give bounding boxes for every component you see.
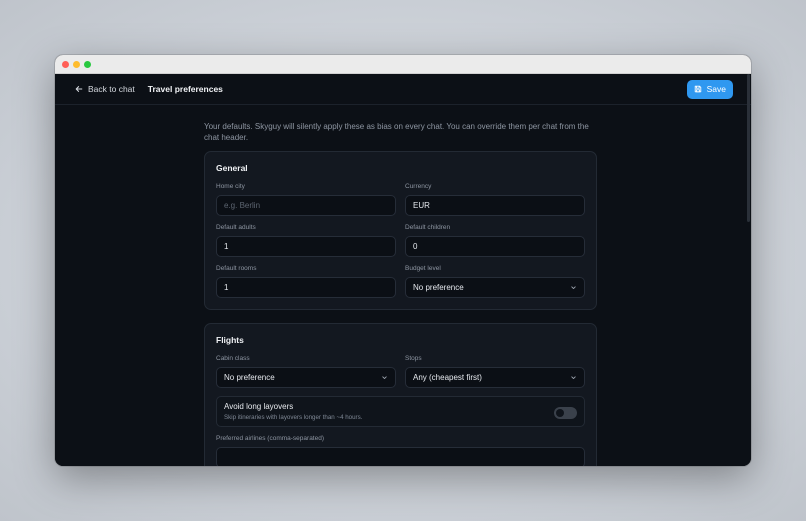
home-city-label: Home city [216,183,245,190]
scrollbar-thumb[interactable] [747,74,750,222]
stops-field: Stops Any (cheapest first) [405,355,585,388]
home-city-placeholder: e.g. Berlin [224,201,261,210]
avoid-layovers-title: Avoid long layovers [224,402,294,411]
minimize-window-icon[interactable] [73,60,80,68]
budget-level-field: Budget level No preference [405,265,585,298]
back-to-chat-link[interactable]: Back to chat [75,84,135,94]
default-rooms-input[interactable]: 1 [216,277,396,298]
chevron-down-icon [382,376,387,380]
toggle-knob [556,409,564,417]
general-card: General Home city e.g. Berlin Currency E… [204,151,597,310]
preferences-content: Your defaults. Skyguy will silently appl… [204,121,597,466]
flights-card: Flights Cabin class No preference Stops [204,323,597,466]
avoid-layovers-row: Avoid long layovers Skip itineraries wit… [216,396,585,427]
budget-level-label: Budget level [405,265,441,272]
currency-input[interactable]: EUR [405,195,585,216]
cabin-class-label: Cabin class [216,355,250,362]
default-children-input[interactable]: 0 [405,236,585,257]
default-children-label: Default children [405,224,451,231]
window-titlebar [55,55,751,74]
back-to-chat-label: Back to chat [88,84,135,94]
chevron-down-icon [571,376,576,380]
currency-field: Currency EUR [405,183,585,216]
default-rooms-label: Default rooms [216,265,257,272]
save-label: Save [706,84,726,94]
currency-value: EUR [413,201,430,210]
app-viewport: Back to chat Travel preferences Save You… [55,74,751,466]
cabin-class-field: Cabin class No preference [216,355,396,388]
default-rooms-field: Default rooms 1 [216,265,396,298]
cabin-class-select[interactable]: No preference [216,367,396,388]
save-icon [694,85,701,93]
stops-select[interactable]: Any (cheapest first) [405,367,585,388]
default-rooms-value: 1 [224,283,229,292]
home-city-input[interactable]: e.g. Berlin [216,195,396,216]
arrow-left-icon [75,86,83,92]
zoom-window-icon[interactable] [84,60,91,68]
home-city-field: Home city e.g. Berlin [216,183,396,216]
general-title: General [216,163,248,173]
close-window-icon[interactable] [62,60,69,68]
stops-value: Any (cheapest first) [413,373,482,382]
preferred-airlines-field: Preferred airlines (comma-separated) [216,435,585,466]
default-children-field: Default children 0 [405,224,585,257]
chevron-down-icon [571,286,576,290]
page-title: Travel preferences [147,84,223,94]
browser-window: Back to chat Travel preferences Save You… [55,55,751,466]
avoid-layovers-toggle[interactable] [554,407,577,419]
preferred-airlines-label: Preferred airlines (comma-separated) [216,435,325,442]
intro-text: Your defaults. Skyguy will silently appl… [204,122,589,142]
currency-label: Currency [405,183,432,190]
page-header: Back to chat Travel preferences Save [55,74,751,105]
default-adults-label: Default adults [216,224,256,231]
avoid-layovers-subtitle: Skip itineraries with layovers longer th… [224,414,363,421]
preferred-airlines-input[interactable] [216,447,585,466]
flights-title: Flights [216,335,244,345]
default-adults-value: 1 [224,242,229,251]
stops-label: Stops [405,355,422,362]
budget-level-select[interactable]: No preference [405,277,585,298]
cabin-class-value: No preference [224,373,275,382]
default-adults-field: Default adults 1 [216,224,396,257]
budget-level-value: No preference [413,283,464,292]
default-children-value: 0 [413,242,418,251]
default-adults-input[interactable]: 1 [216,236,396,257]
save-button[interactable]: Save [686,79,733,99]
avoid-layovers-text: Avoid long layovers Skip itineraries wit… [224,402,362,421]
